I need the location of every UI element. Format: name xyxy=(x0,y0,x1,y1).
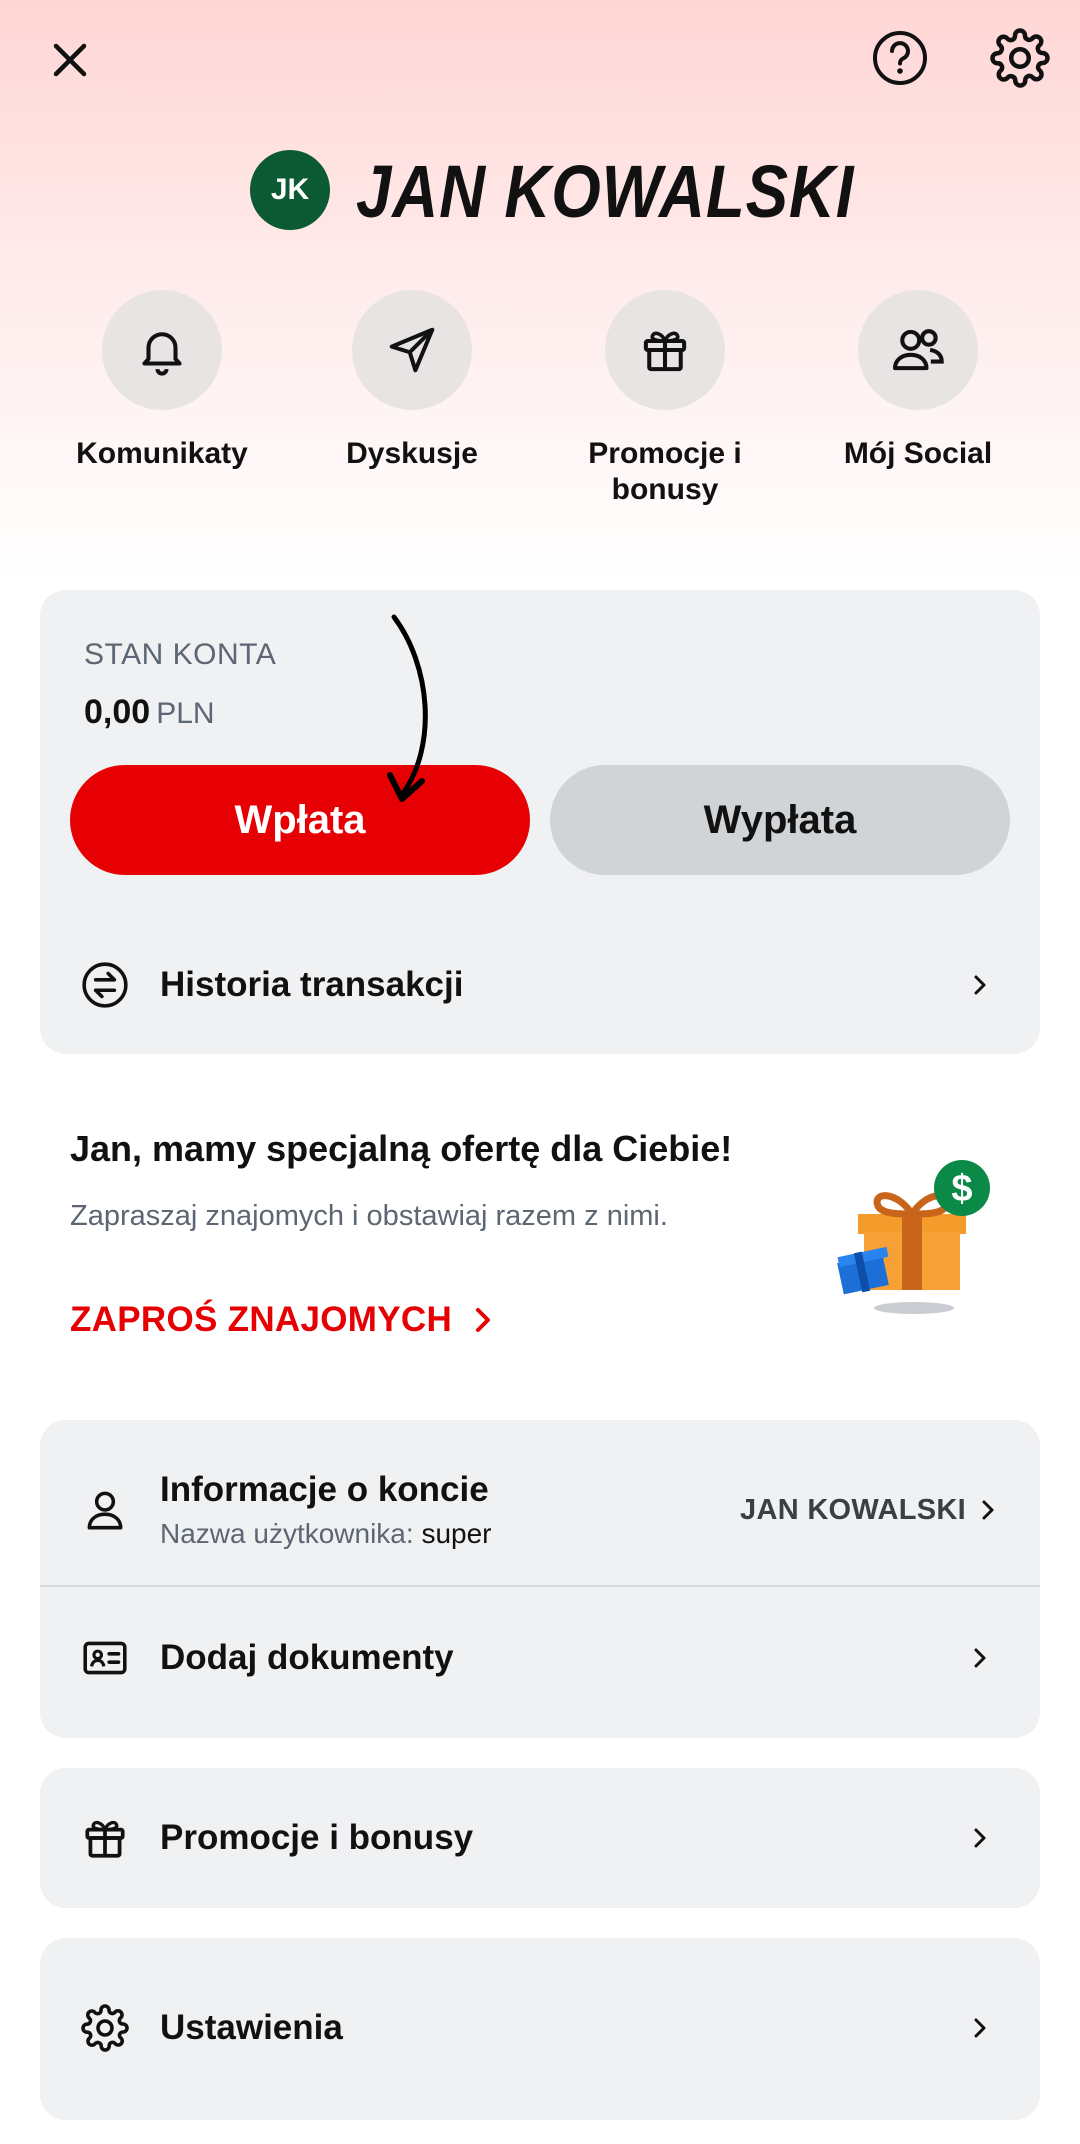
settings-row[interactable]: Ustawienia xyxy=(40,1988,1040,2068)
account-info-row[interactable]: Informacje o koncie Nazwa użytkownika: s… xyxy=(40,1450,1040,1570)
id-card-icon xyxy=(80,1633,130,1683)
chevron-right-icon xyxy=(960,965,1000,1005)
chevron-right-icon xyxy=(960,2008,1000,2048)
promo-subtitle: Zapraszaj znajomych i obstawiaj razem z … xyxy=(70,1200,668,1232)
settings-button[interactable] xyxy=(988,26,1052,90)
withdraw-button[interactable]: Wypłata xyxy=(550,765,1010,875)
chevron-right-icon xyxy=(976,1490,1000,1530)
quick-action-circle xyxy=(102,290,222,410)
gift-icon xyxy=(80,1813,130,1863)
quick-action-social[interactable]: Mój Social xyxy=(808,290,1028,472)
add-documents-label: Dodaj dokumenty xyxy=(160,1638,454,1677)
balance-value: 0,00 xyxy=(84,693,151,731)
chevron-right-icon xyxy=(960,1818,1000,1858)
invite-friends-link[interactable]: ZAPROŚ ZNAJOMYCH xyxy=(70,1300,502,1340)
quick-action-label: Dyskusje xyxy=(346,437,478,470)
quick-action-label: Komunikaty xyxy=(76,437,248,470)
chevron-right-icon xyxy=(472,1300,502,1340)
add-documents-row[interactable]: Dodaj dokumenty xyxy=(40,1618,1040,1698)
quick-action-promotions[interactable]: Promocje i bonusy xyxy=(555,290,775,508)
transaction-history-row[interactable]: Historia transakcji xyxy=(40,945,1040,1025)
account-info-text: Informacje o koncie Nazwa użytkownika: s… xyxy=(160,1470,740,1550)
gear-icon xyxy=(990,28,1050,88)
user-name: JAN KOWALSKI xyxy=(356,150,855,233)
users-icon xyxy=(892,329,944,371)
account-owner-name: JAN KOWALSKI xyxy=(740,1493,966,1526)
settings-label: Ustawienia xyxy=(160,2008,343,2047)
bell-icon xyxy=(142,332,182,376)
quick-action-circle xyxy=(605,290,725,410)
quick-action-label: Mój Social xyxy=(843,437,993,470)
quick-action-circle xyxy=(352,290,472,410)
arrow-annotation xyxy=(387,614,428,802)
account-info-label: Informacje o koncie xyxy=(160,1470,489,1509)
question-circle-icon xyxy=(873,31,927,85)
svg-text:$: $ xyxy=(951,1168,972,1210)
promo-title: Jan, mamy specjalną ofertę dla Ciebie! xyxy=(70,1128,733,1169)
balance-label: STAN KONTA xyxy=(84,638,277,671)
transfer-icon xyxy=(80,960,130,1010)
promotions-row[interactable]: Promocje i bonusy xyxy=(40,1798,1040,1878)
close-button[interactable] xyxy=(40,30,100,90)
invite-friends-label: ZAPROŚ ZNAJOMYCH xyxy=(70,1300,453,1339)
username-value: super xyxy=(421,1518,492,1549)
gift-illustration: $ xyxy=(837,1160,990,1314)
chevron-right-icon xyxy=(960,1638,1000,1678)
user-icon xyxy=(80,1485,130,1535)
username-line: Nazwa użytkownika: super xyxy=(160,1518,740,1550)
gift-icon xyxy=(643,331,687,372)
avatar-initials: JK xyxy=(270,173,310,206)
quick-action-discussions[interactable]: Dyskusje xyxy=(302,290,522,472)
balance-value-container: 0,00 PLN xyxy=(84,693,215,732)
send-icon xyxy=(389,327,435,373)
divider xyxy=(40,1585,1040,1587)
avatar: JK xyxy=(250,150,330,230)
help-button[interactable] xyxy=(868,26,932,90)
transaction-history-label: Historia transakcji xyxy=(160,965,464,1004)
gear-icon xyxy=(80,2003,130,2053)
quick-action-circle xyxy=(858,290,978,410)
quick-action-messages[interactable]: Komunikaty xyxy=(52,290,272,472)
username-prefix: Nazwa użytkownika: xyxy=(160,1518,414,1549)
balance-currency: PLN xyxy=(156,697,215,730)
close-icon xyxy=(53,43,87,77)
promotions-label: Promocje i bonusy xyxy=(160,1818,474,1857)
quick-action-label: Promocje i bonusy xyxy=(588,437,742,506)
